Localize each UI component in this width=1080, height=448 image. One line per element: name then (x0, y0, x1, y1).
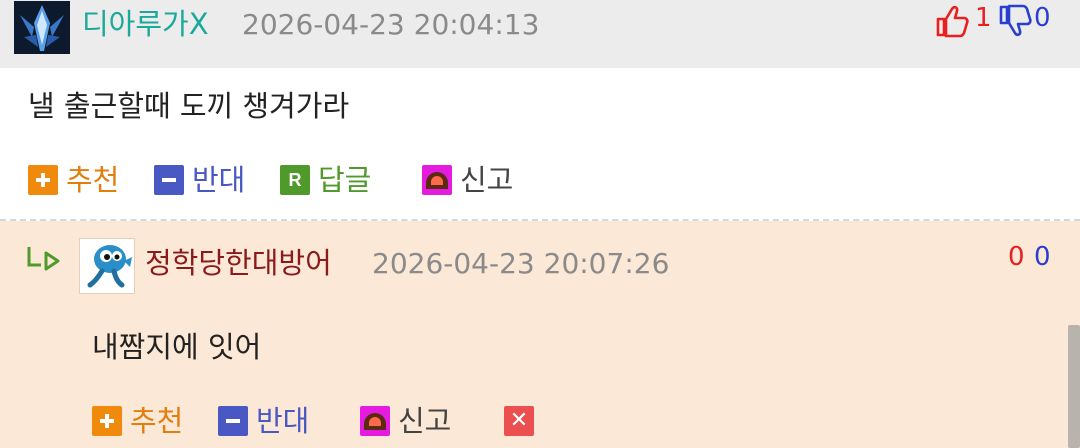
oppose-label: 반대 (192, 163, 246, 197)
recommend-label: 추천 (66, 163, 120, 197)
upvote-count[interactable]: 0 (1008, 241, 1025, 273)
oppose-label: 반대 (256, 404, 310, 438)
oppose-button[interactable]: 반대 (218, 403, 309, 439)
reply-arrow-icon (27, 247, 60, 271)
siren-icon (360, 406, 390, 436)
reply-icon: R (280, 165, 310, 195)
reply-icon-letter: R (288, 170, 302, 190)
report-label: 신고 (460, 163, 514, 197)
minus-icon (154, 165, 184, 195)
recommend-button[interactable]: 추천 (92, 403, 183, 439)
upvote-count: 1 (975, 3, 992, 33)
report-button[interactable]: 신고 (422, 162, 513, 198)
reply-datetime: 2026-04-23 20:07:26 (372, 247, 670, 280)
report-button[interactable]: 신고 (360, 403, 451, 439)
delete-button[interactable]: ✕ (504, 403, 534, 439)
minus-icon (218, 406, 248, 436)
plus-icon (28, 165, 58, 195)
reply-label: 답글 (318, 163, 372, 197)
scrollbar[interactable] (1068, 325, 1080, 448)
siren-icon (422, 165, 452, 195)
reply-button[interactable]: R 답글 (280, 162, 371, 198)
plus-icon (92, 406, 122, 436)
downvote-count: 0 (1034, 3, 1051, 33)
author-name[interactable]: 정학당한대방어 (145, 245, 332, 281)
author-name[interactable]: 디아루가X (82, 6, 209, 42)
reply-comment: 정학당한대방어 2026-04-23 20:07:26 0 0 내짬지에 잇어 … (0, 221, 1080, 448)
oppose-button[interactable]: 반대 (154, 162, 245, 198)
avatar[interactable] (79, 238, 135, 294)
thumbs-up-icon[interactable] (934, 4, 970, 38)
reply-text: 내짬지에 잇어 (92, 330, 262, 364)
recommend-button[interactable]: 추천 (28, 162, 119, 198)
report-label: 신고 (398, 404, 452, 438)
avatar[interactable] (14, 1, 70, 54)
thumbs-down-icon[interactable] (997, 4, 1033, 38)
comment-text: 낼 출근할때 도끼 챙겨가라 (28, 89, 350, 123)
recommend-label: 추천 (130, 404, 184, 438)
comment-header: 디아루가X 2026-04-23 20:04:13 1 0 (0, 0, 1080, 68)
close-icon: ✕ (504, 406, 534, 436)
comment-datetime: 2026-04-23 20:04:13 (242, 8, 540, 41)
downvote-count[interactable]: 0 (1034, 241, 1051, 273)
